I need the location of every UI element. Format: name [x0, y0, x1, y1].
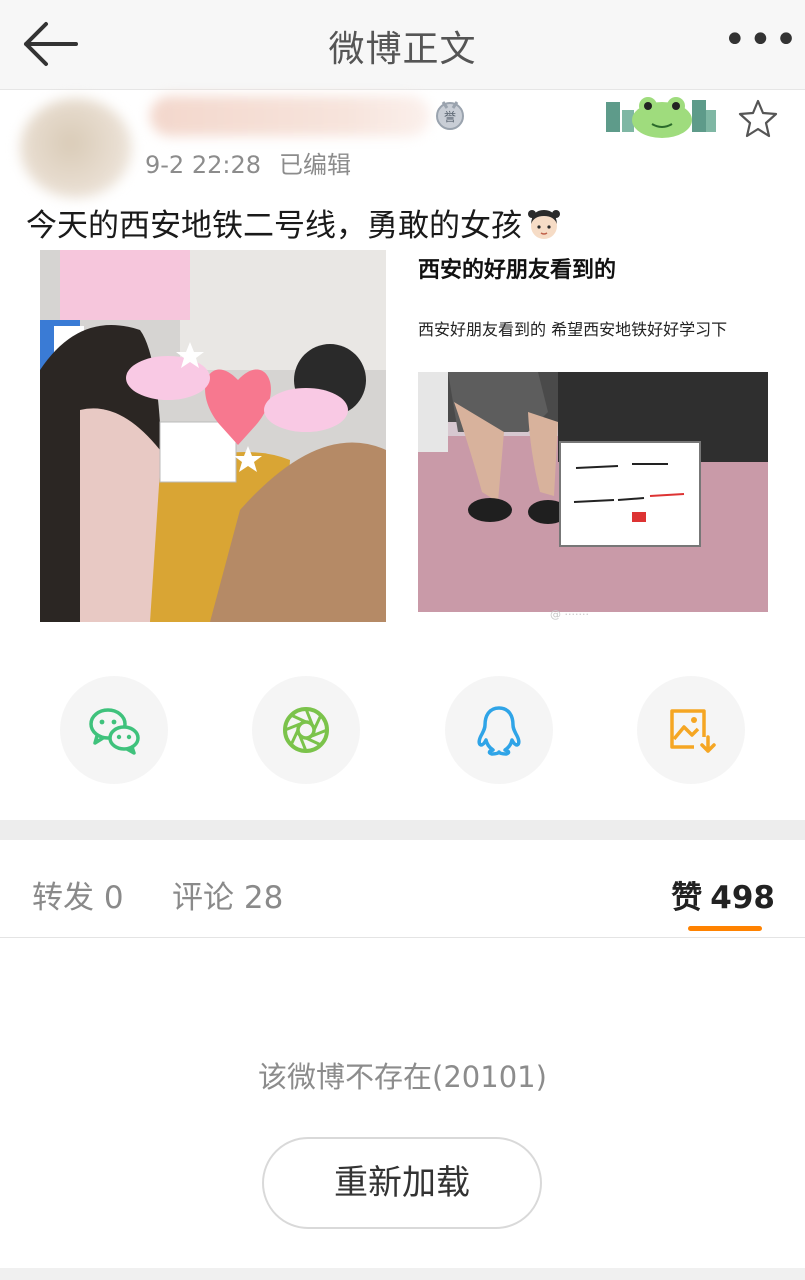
- svg-text:誉: 誉: [444, 110, 456, 124]
- likes-label: 赞: [671, 880, 703, 916]
- post-time: 9-2 22:28: [145, 151, 261, 179]
- page-title: 微博正文: [328, 29, 477, 70]
- share-row: [0, 676, 805, 784]
- post-meta: 9-2 22:28 已编辑: [145, 145, 369, 180]
- more-dots-icon: •••: [723, 17, 800, 63]
- tab-comments[interactable]: 评论 28: [172, 872, 283, 917]
- frog-sticker-icon: [606, 97, 716, 138]
- username-obscured[interactable]: [150, 96, 430, 136]
- post-header: 誉 9-2 22:28 已编辑: [0, 90, 805, 200]
- image-watermark: @ ·······: [550, 608, 589, 621]
- reload-button[interactable]: 重新加载: [262, 1137, 542, 1229]
- girl-emoji-icon: [528, 210, 560, 239]
- image-caption: 西安好朋友看到的 希望西安地铁好好学习下: [418, 320, 728, 339]
- share-moments-button[interactable]: [252, 676, 360, 784]
- active-tab-indicator: [688, 926, 762, 931]
- interaction-tabs: 转发 0 评论 28 赞 498: [0, 840, 805, 938]
- edited-label: 已编辑: [279, 151, 351, 179]
- subway-photo-left: [40, 250, 386, 622]
- error-message: 该微博不存在(20101): [258, 1060, 547, 1094]
- tab-reposts[interactable]: 转发 0: [32, 872, 124, 917]
- wechat-moments-icon: [283, 707, 329, 753]
- star-outline-icon: [738, 99, 778, 138]
- more-button[interactable]: •••: [723, 20, 798, 62]
- wechat-icon: [89, 708, 140, 755]
- post-image-left[interactable]: [40, 250, 386, 622]
- subway-photo-right: [418, 372, 768, 612]
- avatar[interactable]: [20, 98, 132, 198]
- save-image-button[interactable]: [637, 676, 745, 784]
- section-divider: [0, 820, 805, 840]
- bottom-edge: [0, 1268, 805, 1280]
- favorite-button[interactable]: [738, 98, 778, 138]
- image-title: 西安的好朋友看到的: [418, 258, 617, 283]
- tab-likes[interactable]: 赞 498: [671, 872, 775, 917]
- post-text: 今天的西安地铁二号线，勇敢的女孩: [26, 200, 562, 245]
- share-qq-button[interactable]: [445, 676, 553, 784]
- share-wechat-button[interactable]: [60, 676, 168, 784]
- top-nav-bar: 微博正文 •••: [0, 0, 805, 90]
- save-image-icon: [670, 709, 716, 753]
- post-image-right[interactable]: 西安的好朋友看到的 西安好朋友看到的 希望西安地铁好好学习下 @ ·······: [410, 250, 778, 622]
- post-body: 今天的西安地铁二号线，勇敢的女孩: [26, 208, 522, 244]
- qq-icon: [477, 706, 521, 756]
- medal-badge-icon: 誉: [436, 101, 464, 130]
- likes-count: 498: [710, 880, 775, 916]
